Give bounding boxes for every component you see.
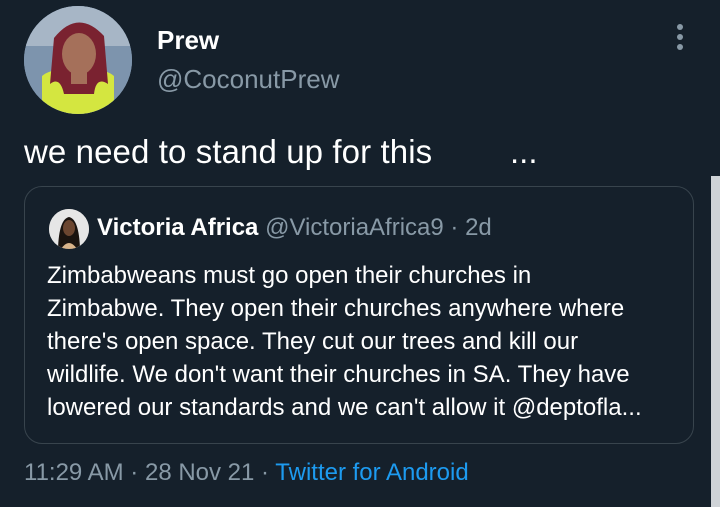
author-handle[interactable]: @CoconutPrew [157, 63, 339, 95]
quoted-author-handle[interactable]: @VictoriaAfrica9 [265, 214, 444, 241]
tweet-date[interactable]: 28 Nov 21 [145, 459, 254, 486]
meta-separator: · [261, 459, 270, 486]
tweet-text: we need to stand up for this [24, 133, 433, 170]
author-name[interactable]: Prew [157, 24, 219, 56]
quoted-text-line: wildlife. We don't want their churches i… [47, 361, 630, 388]
quoted-separator: · [450, 214, 459, 241]
tweet-source-link[interactable]: Twitter for Android [275, 459, 468, 486]
quoted-text-line: Zimbabwe. They open their churches anywh… [47, 295, 625, 322]
tweet-ellipsis: ... [510, 133, 538, 170]
quoted-author-name[interactable]: Victoria Africa [97, 214, 258, 241]
tweet-meta: 11:29 AM · 28 Nov 21 · Twitter for Andro… [24, 458, 469, 488]
more-vertical-icon[interactable] [668, 20, 692, 56]
quoted-header: Victoria Africa @VictoriaAfrica9 · 2d [97, 213, 492, 243]
tweet-time[interactable]: 11:29 AM [24, 459, 124, 486]
author-avatar[interactable] [24, 6, 132, 114]
tweet-detail: Prew @CoconutPrew we need to stand up fo… [0, 0, 720, 507]
quoted-text-line: Zimbabweans must go open their churches … [47, 262, 532, 289]
quoted-text: Zimbabweans must go open their churches … [47, 259, 677, 424]
quoted-tweet[interactable]: Victoria Africa @VictoriaAfrica9 · 2d Zi… [24, 186, 694, 444]
quoted-text-line: there's open space. They cut our trees a… [47, 328, 579, 355]
meta-separator: · [130, 459, 139, 486]
quoted-timestamp[interactable]: 2d [465, 214, 492, 241]
scrollbar[interactable] [711, 176, 720, 507]
quoted-text-line: lowered our standards and we can't allow… [47, 394, 642, 421]
quoted-author-avatar [49, 209, 89, 249]
